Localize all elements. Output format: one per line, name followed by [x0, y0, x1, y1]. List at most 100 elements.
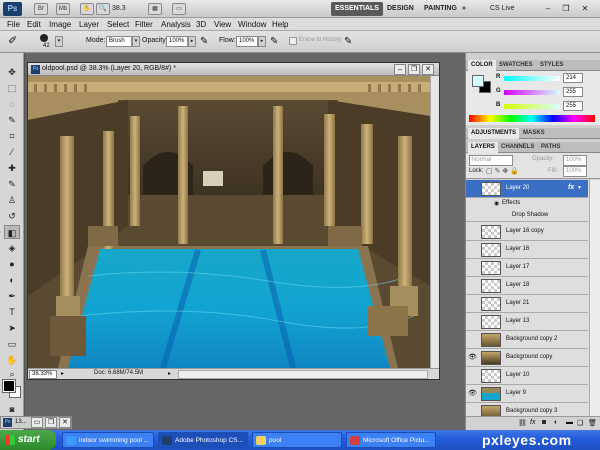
effects-row[interactable]: ◉ Effects: [466, 199, 588, 209]
layer-row[interactable]: 👁 Layer 9: [466, 385, 588, 403]
visibility-toggle[interactable]: [468, 317, 476, 326]
tab-paths[interactable]: PATHS: [538, 142, 563, 153]
tablet-pressure-opacity-icon[interactable]: ✎: [200, 36, 208, 47]
menu-edit[interactable]: Edit: [27, 18, 41, 31]
eyedropper-tool-icon[interactable]: ⁄: [4, 145, 20, 159]
b-value-field[interactable]: 255: [563, 101, 583, 111]
r-value-field[interactable]: 214: [563, 73, 583, 83]
move-tool-icon[interactable]: ✥: [4, 65, 20, 79]
color-spectrum-bar[interactable]: [469, 115, 595, 122]
pen-tool-icon[interactable]: ✒: [4, 289, 20, 303]
tab-color[interactable]: COLOR: [468, 60, 496, 71]
visibility-toggle[interactable]: [468, 245, 476, 254]
start-button[interactable]: start: [0, 430, 56, 450]
document-title-bar[interactable]: Ps oldpool.psd @ 38.3% (Layer 20, RGB/8#…: [28, 63, 439, 76]
path-selection-tool-icon[interactable]: ➤: [4, 321, 20, 335]
layer-row[interactable]: Layer 17: [466, 259, 588, 277]
tab-layers[interactable]: LAYERS: [468, 142, 498, 153]
link-layers-icon[interactable]: ⛓: [518, 419, 527, 427]
layer-row[interactable]: Background copy 3: [466, 403, 588, 416]
vertical-scrollbar[interactable]: [430, 76, 439, 368]
doc-minimize-icon[interactable]: –: [394, 64, 406, 75]
tab-adjustments[interactable]: ADJUSTMENTS: [468, 128, 520, 139]
shape-tool-icon[interactable]: ▭: [4, 337, 20, 351]
delete-layer-icon[interactable]: 🗑: [588, 419, 597, 427]
visibility-toggle[interactable]: [468, 227, 476, 236]
bridge-icon[interactable]: Br: [34, 3, 48, 15]
menu-file[interactable]: File: [7, 18, 20, 31]
workspace-painting[interactable]: PAINTING: [420, 2, 461, 16]
layer-row[interactable]: Layer 13: [466, 313, 588, 331]
paint-bucket-tool-icon[interactable]: ◈: [4, 241, 20, 255]
add-style-icon[interactable]: fx: [530, 419, 535, 426]
layer-row[interactable]: Layer 16 copy: [466, 223, 588, 241]
b-slider[interactable]: [504, 104, 560, 109]
new-layer-icon[interactable]: ❏: [577, 419, 583, 427]
quick-selection-tool-icon[interactable]: ✎: [4, 113, 20, 127]
visibility-toggle[interactable]: [468, 299, 476, 308]
menu-window[interactable]: Window: [238, 18, 266, 31]
g-value-field[interactable]: 255: [563, 87, 583, 97]
visibility-toggle[interactable]: [468, 371, 476, 380]
fill-field[interactable]: 100%: [563, 166, 587, 177]
menu-help[interactable]: Help: [272, 18, 288, 31]
tablet-pressure-size-icon[interactable]: ✎: [344, 36, 352, 47]
foreground-color-swatch[interactable]: [3, 380, 15, 392]
brush-tip-icon[interactable]: [40, 34, 48, 42]
visibility-toggle[interactable]: [468, 407, 476, 416]
doc-close-icon[interactable]: ✕: [422, 64, 434, 75]
eraser-tool-icon[interactable]: ◧: [4, 225, 20, 239]
flow-dropdown-arrow[interactable]: ▸: [258, 36, 266, 47]
visibility-toggle[interactable]: [468, 281, 476, 290]
opacity-dropdown-arrow[interactable]: ▸: [188, 36, 196, 47]
layer-row[interactable]: Layer 16: [466, 241, 588, 259]
zoom-view-icon[interactable]: 🔍: [96, 3, 110, 15]
hand-tool-icon[interactable]: ✋: [4, 353, 20, 367]
layer-row[interactable]: Layer 20 fx ▾: [466, 180, 588, 198]
layer-row[interactable]: Layer 18: [466, 277, 588, 295]
visibility-toggle[interactable]: [468, 335, 476, 344]
menu-3d[interactable]: 3D: [196, 18, 206, 31]
arrange-documents-icon[interactable]: ▦: [148, 3, 162, 15]
minibridge-icon[interactable]: Mb: [56, 3, 70, 15]
image-canvas[interactable]: [28, 76, 430, 368]
taskbar-item-folder[interactable]: pool: [252, 432, 342, 448]
tab-channels[interactable]: CHANNELS: [498, 142, 537, 153]
adjustment-layer-icon[interactable]: ◐: [554, 419, 558, 426]
mindoc-restore-icon[interactable]: ▭: [31, 417, 43, 428]
close-icon[interactable]: ✕: [577, 2, 593, 15]
mode-select[interactable]: Brush: [106, 36, 132, 47]
tab-swatches[interactable]: SWATCHES: [496, 60, 536, 71]
layer-row[interactable]: Layer 21: [466, 295, 588, 313]
clone-stamp-tool-icon[interactable]: ♙: [4, 193, 20, 207]
layer-row[interactable]: Layer 10: [466, 367, 588, 385]
healing-brush-tool-icon[interactable]: ✚: [4, 161, 20, 175]
menu-analysis[interactable]: Analysis: [161, 18, 191, 31]
new-group-icon[interactable]: ▬: [566, 419, 573, 426]
document-zoom-field[interactable]: 38.33%: [29, 370, 57, 379]
erase-to-history-checkbox[interactable]: [289, 37, 297, 45]
doc-restore-icon[interactable]: ❐: [408, 64, 420, 75]
screen-mode-icon[interactable]: ▭: [172, 3, 186, 15]
visibility-eye-icon[interactable]: 👁: [468, 353, 477, 362]
r-slider[interactable]: [504, 76, 560, 81]
dodge-tool-icon[interactable]: ◐: [4, 273, 20, 287]
add-mask-icon[interactable]: ◙: [542, 419, 546, 426]
color-fg-swatch[interactable]: [472, 75, 484, 87]
lasso-tool-icon[interactable]: ◌: [4, 97, 20, 111]
opacity-field[interactable]: 100%: [166, 36, 188, 47]
minimize-icon[interactable]: –: [540, 2, 556, 15]
minimized-document[interactable]: Ps 13... ▭ ❐ ✕: [0, 416, 72, 429]
blur-tool-icon[interactable]: ●: [4, 257, 20, 271]
eraser-preset-icon[interactable]: ✐: [8, 35, 26, 48]
taskbar-item-photoshop[interactable]: Adobe Photoshop CS...: [158, 432, 248, 448]
restore-icon[interactable]: ❐: [558, 2, 574, 15]
layers-scrollbar[interactable]: [589, 180, 600, 416]
layer-row[interactable]: 👁 Background copy: [466, 349, 588, 367]
menu-select[interactable]: Select: [107, 18, 129, 31]
brush-picker-arrow[interactable]: ▾: [55, 36, 63, 47]
history-brush-tool-icon[interactable]: ↺: [4, 209, 20, 223]
mindoc-close-icon[interactable]: ✕: [59, 417, 71, 428]
menu-filter[interactable]: Filter: [135, 18, 153, 31]
hand-view-icon[interactable]: ✋: [80, 3, 94, 15]
